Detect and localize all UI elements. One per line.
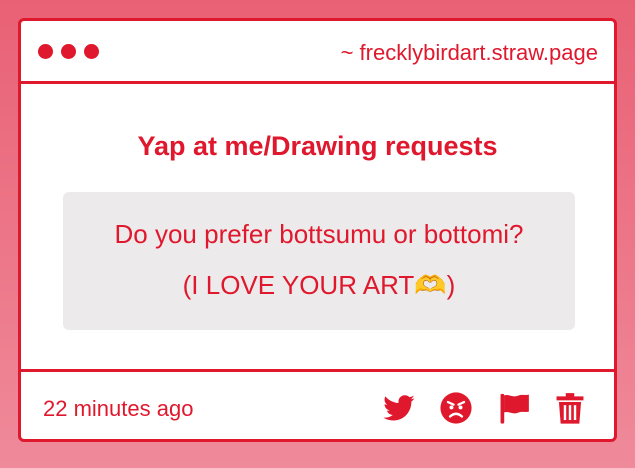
message-card: ~ frecklybirdart.straw.page Yap at me/Dr… <box>18 18 617 442</box>
message-text-line-1: Do you prefer bottsumu or bottomi? <box>114 219 524 249</box>
card-footer: 22 minutes ago <box>21 369 614 442</box>
twitter-icon[interactable] <box>382 391 416 425</box>
window-titlebar: ~ frecklybirdart.straw.page <box>21 21 614 84</box>
message-text-line-2: (I LOVE YOUR ART🫶) <box>182 270 456 300</box>
window-dot-3 <box>84 44 99 59</box>
angry-face-icon[interactable] <box>439 391 473 425</box>
message-box: Do you prefer bottsumu or bottomi? (I LO… <box>63 192 575 330</box>
page-title: Yap at me/Drawing requests <box>137 131 498 161</box>
timestamp: 22 minutes ago <box>43 396 194 421</box>
trash-icon[interactable] <box>553 391 587 425</box>
page-url[interactable]: ~ frecklybirdart.straw.page <box>341 40 598 66</box>
flag-icon[interactable] <box>497 391 531 425</box>
window-dot-2 <box>61 44 76 59</box>
window-dot-1 <box>38 44 53 59</box>
window-controls <box>38 44 99 59</box>
